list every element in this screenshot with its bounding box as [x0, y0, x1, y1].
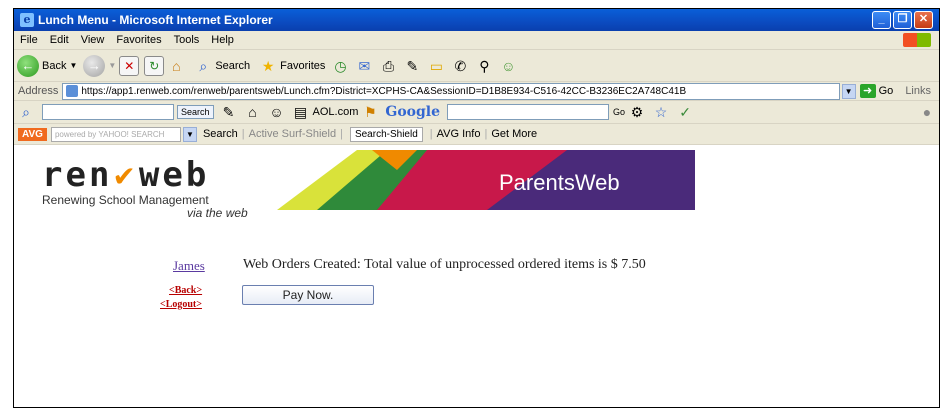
folder-icon[interactable]: ▭	[427, 57, 445, 75]
banner-title: ParentsWeb	[499, 170, 620, 195]
people-icon[interactable]: ☺	[499, 57, 517, 75]
go-button[interactable]: ➜ Go	[856, 84, 898, 98]
avg-logo[interactable]: AVG	[18, 127, 47, 141]
search-toolbar: ⌕ Search ✎ ⌂ ☺ ▤ AOL.com ⚑ Google Go ⚙ ☆…	[14, 101, 939, 124]
search-label: Search	[215, 59, 251, 72]
links-button[interactable]: Links	[897, 85, 939, 97]
refresh-icon[interactable]: ↻	[144, 55, 165, 76]
favorites-button[interactable]: ★ Favorites	[256, 57, 326, 75]
title-bar: e Lunch Menu - Microsoft Internet Explor…	[14, 9, 939, 31]
close-button[interactable]: ✕	[914, 11, 933, 29]
back-arrow-icon: ←	[17, 54, 39, 77]
yahoo-dropdown-icon[interactable]: ▼	[182, 126, 197, 142]
spellcheck-icon[interactable]: ✓	[676, 103, 694, 121]
checkmark-icon: ✔	[112, 160, 139, 193]
research-icon[interactable]: ⚲	[475, 57, 493, 75]
flag-icon[interactable]: ⚑	[361, 103, 379, 121]
go-arrow-icon: ➜	[859, 84, 876, 98]
back-link[interactable]: <Back>	[169, 285, 202, 296]
standard-toolbar: ← Back ▼ → ▼ ✕ ↻ ⌂ ⌕ Search ★ Favorites …	[14, 50, 939, 82]
menu-tools[interactable]: Tools	[168, 34, 206, 46]
separator: |	[484, 128, 488, 140]
messenger-icon[interactable]: ✆	[451, 57, 469, 75]
browser-window: e Lunch Menu - Microsoft Internet Explor…	[13, 8, 940, 408]
google-go-label[interactable]: Go	[613, 107, 625, 117]
star-icon: ★	[261, 57, 275, 74]
forward-arrow-icon: →	[83, 54, 106, 77]
page-icon	[66, 85, 79, 97]
logo-wordmark: ren✔web	[42, 158, 252, 194]
get-more-button[interactable]: Get More	[491, 128, 537, 140]
logo-word-right: web	[138, 155, 210, 195]
avg-search-button[interactable]: Search	[203, 128, 238, 140]
chevron-down-icon: ▼	[69, 61, 78, 70]
yahoo-search-input[interactable]: powered by YAHOO! SEARCH	[50, 126, 181, 142]
google-options-icon[interactable]: ⚙	[628, 103, 646, 121]
favorites-label: Favorites	[280, 59, 326, 72]
search-shield-button[interactable]: Search-Shield	[349, 126, 423, 142]
address-dropdown-icon[interactable]: ▼	[841, 83, 856, 99]
avg-info-button[interactable]: AVG Info	[437, 128, 481, 140]
menu-view[interactable]: View	[75, 34, 111, 46]
parentsweb-banner: ParentsWeb	[277, 150, 695, 210]
search-button[interactable]: ⌕ Search	[191, 57, 250, 75]
maximize-button[interactable]: ❐	[893, 11, 912, 29]
separator: |	[241, 128, 245, 140]
address-label: Address	[18, 85, 59, 97]
google-search-input[interactable]	[447, 104, 610, 120]
address-input[interactable]: https://app1.renweb.com/renweb/parentswe…	[62, 82, 840, 100]
renweb-logo: ren✔web Renewing School Management via t…	[42, 158, 252, 219]
student-name-link[interactable]: James	[173, 258, 205, 274]
stop-icon[interactable]: ✕	[119, 55, 140, 76]
go-label: Go	[878, 85, 894, 97]
menu-bar: File Edit View Favorites Tools Help	[14, 31, 939, 50]
toolbar-options-icon[interactable]: ●	[918, 103, 936, 121]
banner-graphic	[277, 150, 695, 210]
pay-now-button[interactable]: Pay Now.	[242, 285, 374, 305]
minimize-button[interactable]: _	[872, 11, 891, 29]
menu-help[interactable]: Help	[205, 34, 240, 46]
edit-icon[interactable]: ✎	[403, 57, 421, 75]
toolbar-search-input[interactable]	[42, 104, 174, 120]
separator: |	[429, 128, 433, 140]
avg-toolbar: AVG powered by YAHOO! SEARCH ▼ Search | …	[14, 124, 939, 145]
search-bar-icon[interactable]: ⌕	[17, 103, 35, 121]
separator: |	[340, 128, 343, 140]
logout-link[interactable]: <Logout>	[160, 299, 202, 310]
logo-tagline-sub: via the web	[187, 206, 248, 220]
aol-link[interactable]: AOL.com	[313, 106, 359, 118]
logo-word-left: ren	[42, 155, 113, 195]
aol-icon: ▤	[293, 104, 308, 120]
back-button[interactable]: ← Back ▼	[17, 54, 78, 77]
toolbar-search-button[interactable]: Search	[177, 105, 214, 119]
home-icon[interactable]: ⌂	[167, 57, 185, 75]
search-icon: ⌕	[199, 57, 208, 74]
url-text: https://app1.renweb.com/renweb/parentswe…	[81, 85, 687, 97]
active-surf-shield[interactable]: Active Surf-Shield	[249, 128, 336, 140]
page-content: ren✔web Renewing School Management via t…	[14, 145, 939, 395]
menu-edit[interactable]: Edit	[44, 34, 75, 46]
back-label: Back	[42, 59, 67, 72]
bookmark-star-icon[interactable]: ☆	[652, 103, 670, 121]
google-logo: Google	[385, 104, 441, 120]
menu-file[interactable]: File	[14, 34, 44, 46]
forward-button[interactable]: → ▼	[83, 54, 117, 77]
address-bar: Address https://app1.renweb.com/renweb/p…	[14, 82, 939, 101]
mail-icon[interactable]: ✉	[355, 57, 373, 75]
chevron-down-icon: ▼	[108, 61, 117, 70]
windows-logo-icon	[903, 33, 931, 47]
lock-icon[interactable]: ⌂	[244, 103, 262, 121]
history-icon[interactable]: ◷	[331, 57, 349, 75]
window-title: Lunch Menu - Microsoft Internet Explorer	[38, 13, 273, 27]
order-message: Web Orders Created: Total value of unpro…	[243, 257, 646, 272]
menu-favorites[interactable]: Favorites	[110, 34, 167, 46]
people-search-icon[interactable]: ☺	[268, 103, 286, 121]
pen-icon[interactable]: ✎	[220, 103, 238, 121]
print-icon[interactable]: ⎙	[379, 57, 397, 75]
ie-icon: e	[20, 13, 34, 27]
